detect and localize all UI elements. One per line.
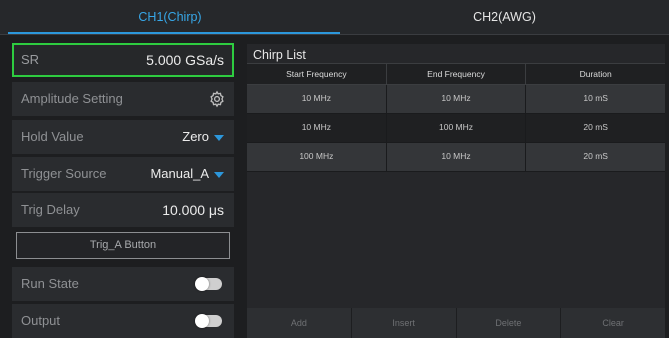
column-header-end-frequency[interactable]: End Frequency bbox=[385, 64, 526, 84]
hold-value-label: Hold Value bbox=[21, 129, 84, 144]
hold-value-value: Zero bbox=[182, 129, 209, 144]
delete-button[interactable]: Delete bbox=[455, 308, 561, 338]
hold-value-select[interactable]: Zero bbox=[182, 120, 224, 154]
column-header-duration[interactable]: Duration bbox=[525, 64, 665, 84]
table-cell: 100 MHz bbox=[299, 151, 334, 161]
amplitude-setting-label: Amplitude Setting bbox=[21, 91, 123, 106]
add-button[interactable]: Add bbox=[247, 308, 351, 338]
column-header-start-frequency[interactable]: Start Frequency bbox=[247, 64, 386, 84]
table-row[interactable]: 10 MHz 10 MHz 10 mS bbox=[247, 85, 665, 114]
table-cell: 10 MHz bbox=[301, 93, 331, 103]
table-cell: 100 MHz bbox=[385, 114, 526, 142]
table-cell: 10 MHz bbox=[385, 143, 526, 171]
tab-ch2-label: CH2(AWG) bbox=[473, 10, 536, 24]
output-row: Output bbox=[12, 304, 234, 338]
chirp-list-panel: Chirp List Start Frequency End Frequency… bbox=[247, 44, 665, 338]
table-cell: 10 MHz bbox=[385, 85, 526, 113]
tab-ch1-chirp[interactable]: CH1(Chirp) bbox=[0, 0, 340, 34]
run-state-toggle[interactable] bbox=[195, 277, 222, 291]
sr-label: SR bbox=[21, 52, 40, 67]
sr-value: 5.000 GSa/s bbox=[146, 52, 224, 68]
clear-button[interactable]: Clear bbox=[560, 308, 665, 338]
amplitude-setting-row[interactable]: Amplitude Setting bbox=[12, 82, 234, 116]
table-row[interactable]: 100 MHz 10 MHz 20 mS bbox=[247, 143, 665, 172]
run-state-label: Run State bbox=[21, 276, 79, 291]
gear-icon[interactable] bbox=[208, 90, 226, 108]
output-toggle[interactable] bbox=[195, 314, 222, 328]
hold-value-row[interactable]: Hold Value Zero bbox=[12, 120, 234, 154]
sr-field[interactable]: SR 5.000 GSa/s bbox=[12, 43, 234, 77]
chevron-down-icon bbox=[214, 171, 224, 178]
chirp-list-title: Chirp List bbox=[253, 48, 306, 62]
trig-delay-value[interactable]: 10.000 μs bbox=[162, 193, 224, 227]
trig-delay-label: Trig Delay bbox=[21, 202, 80, 217]
channel-tabs: CH1(Chirp) CH2(AWG) bbox=[0, 0, 669, 35]
toggle-knob bbox=[195, 277, 209, 291]
chirp-list-actions: Add Insert Delete Clear bbox=[247, 308, 665, 338]
trig-delay-row[interactable]: Trig Delay 10.000 μs bbox=[12, 193, 234, 227]
trig-a-button[interactable]: Trig_A Button bbox=[16, 232, 230, 259]
active-tab-indicator bbox=[8, 32, 340, 34]
trigger-source-value: Manual_A bbox=[150, 166, 209, 181]
toggle-knob bbox=[195, 314, 209, 328]
table-cell: 10 mS bbox=[525, 85, 665, 113]
settings-panel: SR 5.000 GSa/s Amplitude Setting Hold Va… bbox=[12, 41, 234, 338]
output-label: Output bbox=[21, 313, 61, 328]
table-cell: 20 mS bbox=[525, 114, 665, 142]
table-cell: 20 mS bbox=[525, 143, 665, 171]
tab-ch2-awg[interactable]: CH2(AWG) bbox=[340, 0, 669, 34]
insert-button[interactable]: Insert bbox=[350, 308, 456, 338]
tab-ch1-label: CH1(Chirp) bbox=[138, 10, 202, 24]
trigger-source-label: Trigger Source bbox=[21, 166, 107, 181]
run-state-row: Run State bbox=[12, 267, 234, 301]
table-header: Start Frequency End Frequency Duration bbox=[247, 63, 665, 85]
trigger-source-row[interactable]: Trigger Source Manual_A bbox=[12, 157, 234, 191]
chevron-down-icon bbox=[214, 134, 224, 141]
table-cell: 10 MHz bbox=[301, 122, 331, 132]
table-row[interactable]: 10 MHz 100 MHz 20 mS bbox=[247, 114, 665, 143]
trigger-source-select[interactable]: Manual_A bbox=[150, 157, 224, 191]
